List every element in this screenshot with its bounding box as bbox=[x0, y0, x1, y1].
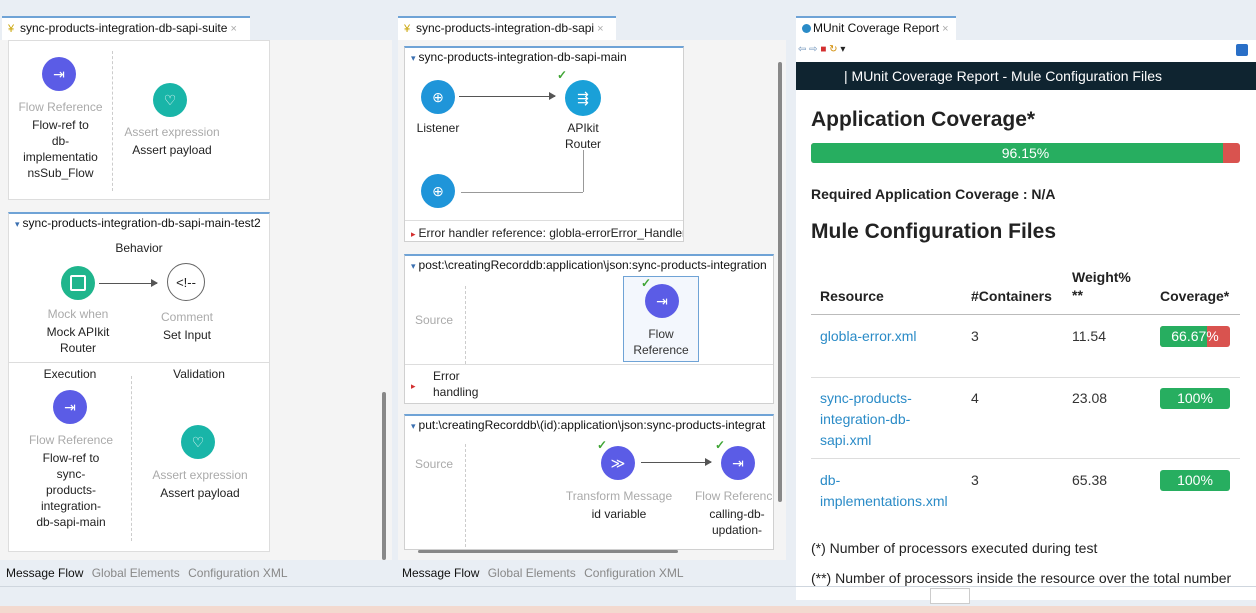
open-external-icon[interactable] bbox=[1236, 44, 1248, 56]
containers-cell: 4 bbox=[971, 390, 979, 406]
tab-configuration-xml[interactable]: Configuration XML bbox=[188, 566, 287, 580]
status-indicator[interactable] bbox=[930, 588, 970, 604]
error-handling-toggle[interactable]: ▸ bbox=[411, 378, 419, 392]
apikit-router-icon[interactable]: ⇶ bbox=[565, 80, 601, 116]
tab-global-elements[interactable]: Global Elements bbox=[92, 566, 180, 580]
resource-link-db-implementations[interactable]: db- implementations.xml bbox=[820, 470, 948, 512]
post-flow-box: ▾ post:\creatingRecorddb:application\json… bbox=[404, 254, 774, 404]
mule-file-icon: ¥ bbox=[8, 23, 15, 35]
mule-file-icon: ¥ bbox=[404, 23, 411, 35]
mock-when-icon[interactable] bbox=[61, 266, 95, 300]
weight-cell: 65.38 bbox=[1072, 472, 1108, 488]
assert-expression-icon[interactable]: ♡ bbox=[181, 425, 215, 459]
comment-icon[interactable]: <!-- bbox=[167, 263, 205, 301]
containers-cell: 3 bbox=[971, 328, 979, 344]
flow-reference-icon[interactable]: ⇥ bbox=[721, 446, 755, 480]
close-icon[interactable]: × bbox=[597, 23, 603, 35]
middle-editor-area: ▾ sync-products-integration-db-sapi-main … bbox=[398, 40, 786, 560]
containers-cell: 3 bbox=[971, 472, 979, 488]
tab-coverage-report[interactable]: MUnit Coverage Report × bbox=[796, 16, 956, 40]
put-flow-box: ▾ put:\creatingRecorddb\(id):application\… bbox=[404, 414, 774, 550]
files-title: Mule Configuration Files bbox=[811, 220, 1056, 243]
flow-reference-icon[interactable]: ⇥ bbox=[53, 390, 87, 424]
col-weight: Weight% ** bbox=[1072, 269, 1131, 303]
refresh-icon[interactable]: ↻ bbox=[829, 44, 837, 55]
back-icon[interactable]: ⇦ bbox=[798, 44, 806, 55]
middle-bottom-tabs: Message Flow Global Elements Configurati… bbox=[402, 566, 684, 580]
dropdown-icon[interactable]: ▾ bbox=[840, 44, 845, 55]
transform-message-icon[interactable]: ≫ bbox=[601, 446, 635, 480]
weight-cell: 23.08 bbox=[1072, 390, 1108, 406]
coverage-badge: 66.67% bbox=[1160, 326, 1230, 347]
check-icon: ✓ bbox=[557, 68, 568, 82]
top-flow-box: ⇥ Flow Reference Flow-ref to db- impleme… bbox=[8, 40, 270, 200]
report-toolbar: ⇦ ⇨ ■ ↻ ▾ bbox=[798, 44, 845, 55]
col-containers: #Containers bbox=[971, 288, 1052, 304]
app-coverage-title: Application Coverage* bbox=[811, 108, 1036, 131]
close-icon[interactable]: × bbox=[942, 23, 948, 35]
assert-expression-icon[interactable]: ♡ bbox=[153, 83, 187, 117]
resource-link-globla-error[interactable]: globla-error.xml bbox=[820, 326, 916, 347]
footnote-2: (**) Number of processors inside the res… bbox=[811, 570, 1232, 586]
middle-h-scrollbar[interactable] bbox=[418, 550, 678, 553]
weight-cell: 11.54 bbox=[1072, 328, 1106, 344]
forward-icon[interactable]: ⇨ bbox=[809, 44, 817, 55]
tab-message-flow[interactable]: Message Flow bbox=[402, 566, 479, 580]
tab-suite[interactable]: ¥ sync-products-integration-db-sapi-suite… bbox=[2, 16, 250, 40]
flow-reference-icon[interactable]: ⇥ bbox=[645, 284, 679, 318]
col-resource: Resource bbox=[820, 288, 884, 304]
flow-reference-icon[interactable]: ⇥ bbox=[42, 57, 76, 91]
error-handler-reference[interactable]: ▸ Error handler reference: globla-errorEr… bbox=[411, 226, 683, 240]
report-area: ⇦ ⇨ ■ ↻ ▾ | MUnit Coverage Report - Mule… bbox=[796, 40, 1256, 600]
listener-icon[interactable]: ⊕ bbox=[421, 80, 455, 114]
report-header: | MUnit Coverage Report - Mule Configura… bbox=[796, 62, 1256, 90]
left-bottom-tabs: Message Flow Global Elements Configurati… bbox=[6, 566, 288, 580]
coverage-badge: 100% bbox=[1160, 388, 1230, 409]
listener-response-icon[interactable]: ⊕ bbox=[421, 174, 455, 208]
bottom-strip bbox=[0, 606, 1256, 613]
left-editor-area: ⇥ Flow Reference Flow-ref to db- impleme… bbox=[0, 40, 392, 560]
stop-icon[interactable]: ■ bbox=[820, 44, 826, 55]
tab-message-flow[interactable]: Message Flow bbox=[6, 566, 83, 580]
app-coverage-bar: 96.15% bbox=[811, 143, 1240, 163]
report-icon bbox=[802, 24, 811, 33]
footnote-1: (*) Number of processors executed during… bbox=[811, 540, 1098, 556]
middle-v-scrollbar[interactable] bbox=[778, 62, 782, 502]
col-coverage: Coverage* bbox=[1160, 288, 1230, 304]
close-icon[interactable]: × bbox=[230, 23, 236, 35]
tab-sapi[interactable]: ¥ sync-products-integration-db-sapi × bbox=[398, 16, 616, 40]
main-flow-box: ▾ sync-products-integration-db-sapi-main … bbox=[404, 46, 684, 242]
coverage-badge: 100% bbox=[1160, 470, 1230, 491]
resource-link-sapi[interactable]: sync-products- integration-db- sapi.xml bbox=[820, 388, 912, 451]
left-scrollbar[interactable] bbox=[382, 392, 386, 560]
test2-flow-box: ▾ sync-products-integration-db-sapi-main-… bbox=[8, 212, 270, 552]
tab-global-elements[interactable]: Global Elements bbox=[488, 566, 576, 580]
check-icon: ✓ bbox=[715, 438, 726, 452]
tab-configuration-xml[interactable]: Configuration XML bbox=[584, 566, 683, 580]
required-coverage: Required Application Coverage : N/A bbox=[811, 186, 1056, 202]
